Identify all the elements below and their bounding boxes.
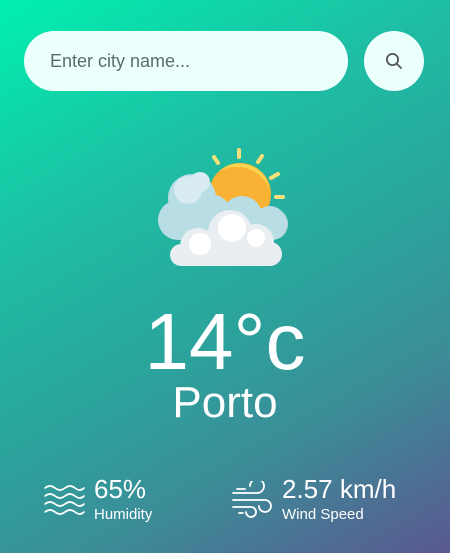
wind-icon	[230, 480, 274, 520]
wind-value: 2.57 km/h	[282, 474, 397, 504]
partly-cloudy-icon	[152, 146, 298, 270]
humidity-text: 65% Humidity	[94, 475, 152, 524]
city-search-input[interactable]	[24, 31, 348, 91]
search-button[interactable]	[364, 31, 424, 91]
humidity-stat: 65% Humidity	[42, 475, 152, 524]
search-icon	[385, 52, 403, 70]
weather-card: 14°c Porto 65% Humidity	[0, 0, 450, 553]
city-name: Porto	[172, 378, 278, 427]
wind-text: 2.57 km/h Wind Speed	[282, 475, 396, 524]
humidity-value: 65%	[94, 474, 147, 504]
humidity-icon	[42, 480, 86, 520]
temperature-value: 14°c	[144, 297, 306, 386]
wind-label: Wind Speed	[282, 506, 364, 523]
wind-stat: 2.57 km/h Wind Speed	[230, 475, 396, 524]
humidity-label: Humidity	[94, 506, 153, 523]
